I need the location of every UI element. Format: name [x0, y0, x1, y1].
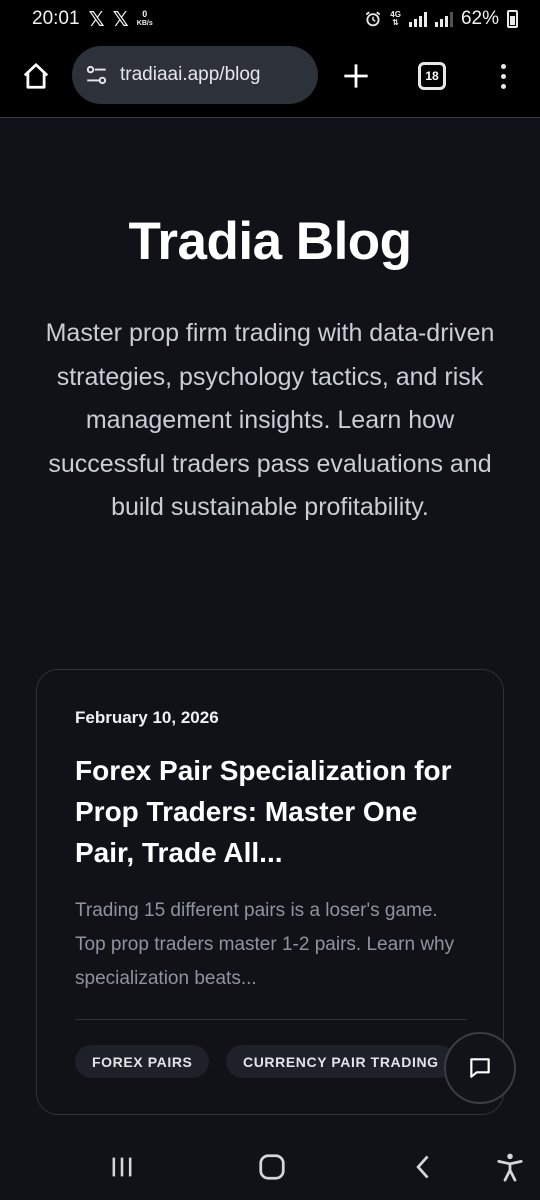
page-title: Tradia Blog: [128, 212, 412, 271]
accessibility-button[interactable]: [492, 1149, 528, 1185]
more-menu-button[interactable]: [490, 58, 516, 94]
post-date: February 10, 2026: [75, 708, 219, 727]
page-description: Master prop firm trading with data-drive…: [45, 319, 495, 521]
signal-icon: [408, 11, 427, 27]
tab-switcher-button[interactable]: 18: [418, 62, 446, 90]
chat-button[interactable]: [444, 1032, 516, 1104]
data-speed-indicator: 0 KB/s: [137, 10, 153, 28]
network-type: 4G ⇅: [390, 10, 401, 27]
system-nav-bar: [0, 1133, 540, 1200]
data-speed-value: 0: [142, 9, 148, 19]
home-icon: [23, 63, 49, 89]
status-bar: 20:01 𝕏 𝕏 0 KB/s 4G ⇅ 62%: [0, 0, 540, 38]
chat-bubble-icon: [470, 1058, 490, 1078]
accessibility-icon: [497, 1153, 523, 1182]
tag-forex-pairs[interactable]: FOREX PAIRS: [75, 1045, 210, 1078]
data-arrows-icon: ⇅: [392, 18, 399, 27]
recents-icon: [112, 1157, 132, 1177]
nav-home-button[interactable]: [254, 1149, 290, 1185]
battery-percent: 62%: [460, 8, 499, 29]
recents-button[interactable]: [104, 1149, 140, 1185]
signal-icon: [434, 11, 453, 27]
nav-home-icon: [259, 1154, 285, 1180]
back-button[interactable]: [406, 1149, 442, 1185]
post-excerpt: Trading 15 different pairs is a loser's …: [75, 900, 455, 989]
card-divider: [75, 1019, 467, 1020]
new-tab-button[interactable]: [338, 58, 374, 94]
alarm-icon: [366, 11, 381, 27]
address-bar[interactable]: tradiaai.app/blog: [72, 46, 318, 104]
tune-icon[interactable]: [84, 62, 110, 88]
web-page: Tradia Blog Master prop firm trading wit…: [0, 119, 540, 1133]
tab-count: 18: [425, 69, 439, 83]
plus-icon: [344, 64, 368, 88]
battery-icon: [507, 10, 518, 28]
url-text[interactable]: tradiaai.app/blog: [120, 64, 261, 86]
back-icon: [416, 1155, 429, 1179]
more-vert-icon: [500, 63, 506, 89]
home-button[interactable]: [18, 58, 54, 94]
status-time: 20:01: [32, 8, 80, 29]
x-app-icon: 𝕏: [112, 8, 129, 31]
x-app-icon: 𝕏: [88, 8, 105, 31]
post-title[interactable]: Forex Pair Specialization for Prop Trade…: [75, 750, 467, 873]
browser-toolbar: tradiaai.app/blog 18: [0, 38, 540, 118]
data-speed-unit: KB/s: [136, 20, 153, 27]
tag-currency-pair-trading[interactable]: CURRENCY PAIR TRADING: [226, 1045, 456, 1078]
blog-post-card[interactable]: February 10, 2026 Forex Pair Specializat…: [36, 669, 504, 1115]
